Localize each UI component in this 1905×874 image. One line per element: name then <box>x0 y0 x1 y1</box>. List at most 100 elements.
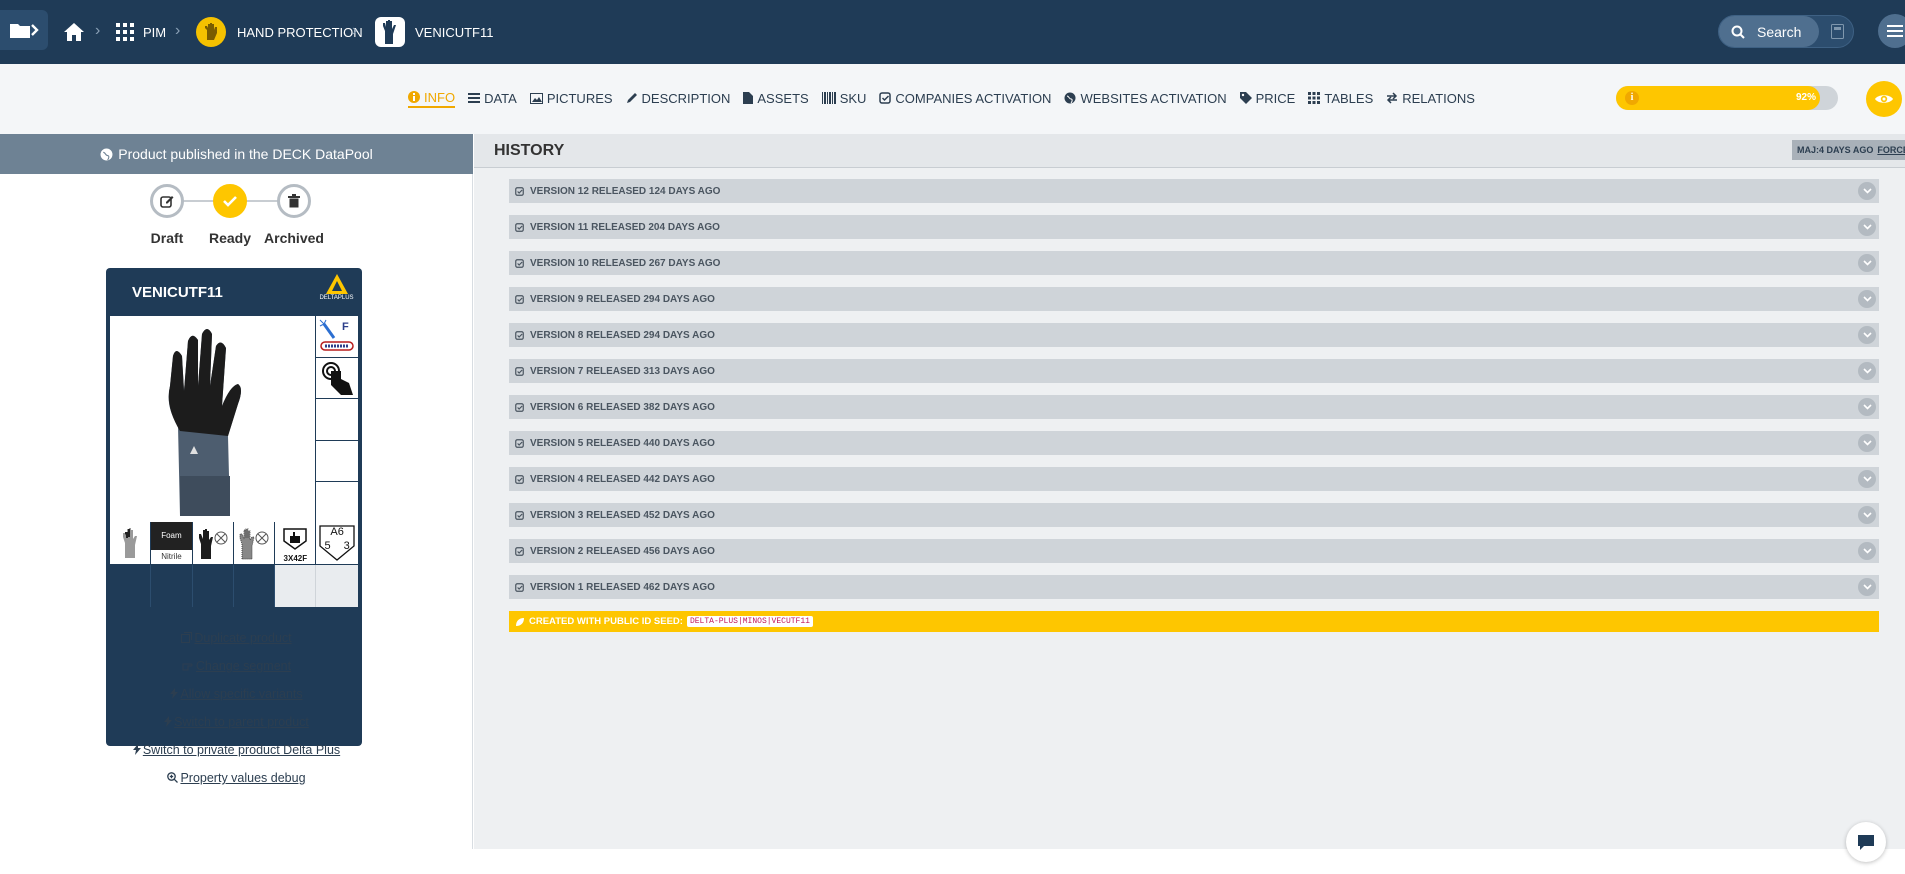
allow-specific-variants-link[interactable]: Allow specific variants <box>0 680 473 708</box>
version-row[interactable]: VERSION 11 RELEASED 204 DAYS AGO <box>509 215 1879 239</box>
checkbox-icon <box>515 546 524 556</box>
chat-button[interactable] <box>1846 822 1886 862</box>
workflow-archived-button[interactable] <box>277 184 311 218</box>
empty-picto-slot <box>233 565 276 607</box>
chevron-down-icon[interactable] <box>1858 506 1876 524</box>
checkbox-icon <box>515 510 524 520</box>
breadcrumb-pim[interactable]: PIM <box>116 0 166 64</box>
version-row[interactable]: VERSION 8 RELEASED 294 DAYS AGO <box>509 323 1879 347</box>
breadcrumb-pim-label: PIM <box>143 24 167 40</box>
product-photo[interactable] <box>110 316 318 524</box>
history-panel: HISTORY MAJ:4 DAYS AGO FORCE VERSION 12 … <box>474 134 1905 849</box>
checkbox-icon <box>515 330 524 340</box>
tab-assets[interactable]: ASSETS <box>743 88 809 108</box>
product-tabs: INFO DATA PICTURES DESCRIPTION ASSETS SK… <box>408 88 1488 108</box>
chevron-down-icon[interactable] <box>1858 290 1876 308</box>
barcode-icon <box>821 92 836 104</box>
tab-assets-label: ASSETS <box>757 90 809 106</box>
pictogram-empty-row <box>110 565 358 607</box>
info-icon[interactable]: i <box>1625 91 1639 105</box>
force-update-link[interactable]: FORCE <box>1877 145 1905 155</box>
version-row[interactable]: VERSION 5 RELEASED 440 DAYS AGO <box>509 431 1879 455</box>
chevron-down-icon[interactable] <box>1858 362 1876 380</box>
preview-button[interactable] <box>1866 81 1902 117</box>
tab-sku-label: SKU <box>839 90 867 106</box>
tab-companies-activation[interactable]: COMPANIES ACTIVATION <box>879 88 1051 108</box>
empty-icon-slot <box>316 399 358 441</box>
product-icon-column: F <box>315 316 358 524</box>
chevron-down-icon[interactable] <box>1858 542 1876 560</box>
empty-picto-slot <box>192 565 234 607</box>
breadcrumb-product[interactable]: VENICUTF11 <box>375 0 494 64</box>
empty-icon-slot <box>316 441 358 483</box>
last-update-badge: MAJ:4 DAYS AGO FORCE <box>1792 140 1905 160</box>
info-icon <box>408 91 420 103</box>
version-row[interactable]: VERSION 7 RELEASED 313 DAYS AGO <box>509 359 1879 383</box>
cut-level-right: 3 <box>343 540 350 552</box>
version-row[interactable]: VERSION 4 RELEASED 442 DAYS AGO <box>509 467 1879 491</box>
tab-relations-label: RELATIONS <box>1402 90 1475 106</box>
breadcrumb-category[interactable]: HAND PROTECTION <box>196 0 363 64</box>
chevron-down-icon[interactable] <box>1858 182 1876 200</box>
breadcrumb-product-label: VENICUTF11 <box>415 24 494 40</box>
change-segment-label: Change segment <box>195 659 292 673</box>
home-link[interactable] <box>63 0 85 64</box>
checkbox-icon <box>515 294 524 304</box>
tab-data[interactable]: DATA <box>468 88 517 108</box>
tab-tables[interactable]: TABLES <box>1308 88 1373 108</box>
tab-pictures[interactable]: PICTURES <box>529 88 613 108</box>
list-icon <box>468 92 481 103</box>
tab-description[interactable]: DESCRIPTION <box>626 88 731 108</box>
tab-relations[interactable]: RELATIONS <box>1386 88 1475 108</box>
brand-name: DELTAPLUS <box>319 295 354 301</box>
chevron-down-icon[interactable] <box>1858 254 1876 272</box>
allow-specific-variants-label: Allow specific variants <box>180 687 303 701</box>
change-segment-link[interactable]: Change segment <box>0 652 473 680</box>
version-row[interactable]: VERSION 2 RELEASED 456 DAYS AGO <box>509 539 1879 563</box>
knit-glove-pictogram <box>233 522 276 564</box>
calculator-icon[interactable] <box>1831 24 1844 39</box>
completion-progress-fill <box>1616 86 1821 110</box>
top-bar: › PIM › HAND PROTECTION › VENICUTF11 Sea… <box>0 0 1905 64</box>
version-row[interactable]: VERSION 9 RELEASED 294 DAYS AGO <box>509 287 1879 311</box>
property-values-debug-label: Property values debug <box>180 771 306 785</box>
search-bar[interactable]: Search <box>1718 15 1854 48</box>
folder-menu-button[interactable] <box>0 10 48 50</box>
version-label: VERSION 11 RELEASED 204 DAYS AGO <box>530 221 720 233</box>
product-thumbnail <box>375 17 405 47</box>
publish-status-bar: Product published in the DECK DataPool <box>0 134 473 174</box>
chevron-down-icon[interactable] <box>1858 218 1876 236</box>
search-button[interactable]: Search <box>1719 16 1819 47</box>
tab-price[interactable]: PRICE <box>1239 88 1295 108</box>
chevron-down-icon[interactable] <box>1858 434 1876 452</box>
version-label: VERSION 5 RELEASED 440 DAYS AGO <box>530 437 715 449</box>
chevron-down-icon[interactable] <box>1858 578 1876 596</box>
version-row[interactable]: VERSION 10 RELEASED 267 DAYS AGO <box>509 251 1879 275</box>
duplicate-product-link[interactable]: Duplicate product <box>0 624 473 652</box>
version-row[interactable]: VERSION 12 RELEASED 124 DAYS AGO <box>509 179 1879 203</box>
tab-data-label: DATA <box>484 90 517 106</box>
switch-to-parent-link[interactable]: Switch to parent product <box>0 708 473 736</box>
tab-sku[interactable]: SKU <box>821 88 867 108</box>
workflow-draft-button[interactable] <box>150 184 184 218</box>
workflow-ready-button[interactable] <box>213 184 247 218</box>
main-menu-button[interactable] <box>1878 14 1905 48</box>
chevron-down-icon[interactable] <box>1858 326 1876 344</box>
version-row[interactable]: VERSION 1 RELEASED 462 DAYS AGO <box>509 575 1879 599</box>
checkbox-icon <box>515 186 524 196</box>
version-row[interactable]: VERSION 6 RELEASED 382 DAYS AGO <box>509 395 1879 419</box>
property-values-debug-link[interactable]: Property values debug <box>0 764 473 792</box>
version-row[interactable]: VERSION 3 RELEASED 452 DAYS AGO <box>509 503 1879 527</box>
version-label: VERSION 7 RELEASED 313 DAYS AGO <box>530 365 715 377</box>
folder-icon <box>10 24 39 38</box>
chevron-down-icon[interactable] <box>1858 470 1876 488</box>
tab-websites-activation[interactable]: WEBSITES ACTIVATION <box>1064 88 1227 108</box>
chevron-down-icon[interactable] <box>1858 398 1876 416</box>
switch-to-private-link[interactable]: Switch to private product Delta Plus <box>0 736 473 764</box>
tab-description-label: DESCRIPTION <box>641 90 731 106</box>
product-card-title: VENICUTF11 <box>132 284 223 301</box>
foam-nitrile-pictogram: Foam Nitrile <box>151 522 193 564</box>
workflow-archived-label: Archived <box>264 230 324 246</box>
tab-info[interactable]: INFO <box>408 88 456 108</box>
cut-level-pictogram: A6 5 3 <box>316 522 358 564</box>
